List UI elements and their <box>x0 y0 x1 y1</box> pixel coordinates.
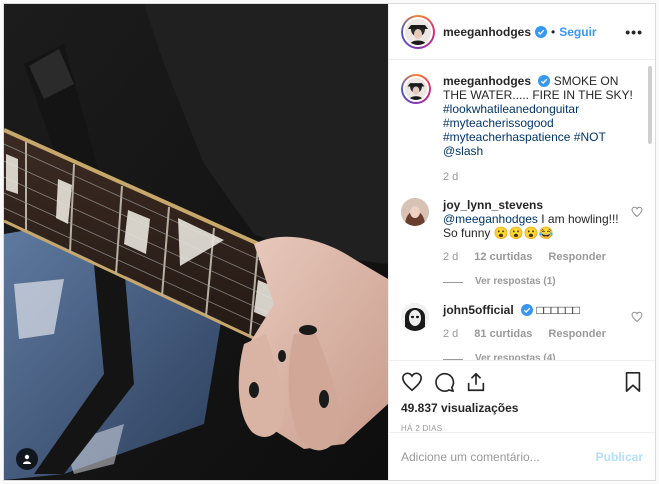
heart-icon[interactable] <box>401 371 423 393</box>
hashtag[interactable]: #lookwhatileanedonguitar <box>443 102 579 116</box>
replies-divider <box>443 358 463 360</box>
comment-time[interactable]: 2 d <box>443 327 458 341</box>
comment-text: □□□□□□ <box>536 303 580 317</box>
comment-input[interactable] <box>401 449 596 464</box>
comment-username[interactable]: john5official <box>443 303 514 317</box>
publish-button[interactable]: Publicar <box>596 450 643 464</box>
reply-button[interactable]: Responder <box>548 250 605 264</box>
user-tag-icon[interactable] <box>16 448 38 470</box>
reply-button[interactable]: Responder <box>548 327 605 341</box>
comments-list[interactable]: meeganhodges SMOKE ON THE WATER..... FIR… <box>389 60 655 360</box>
comment-like-heart-icon[interactable] <box>631 311 643 323</box>
comment-avatar[interactable] <box>401 303 429 331</box>
post-photo[interactable] <box>4 4 388 480</box>
comment-time[interactable]: 2 d <box>443 250 458 264</box>
post-card: meeganhodges • Seguir ••• meeganhodges S… <box>3 3 656 481</box>
follow-button[interactable]: Seguir <box>559 25 596 39</box>
story-ring[interactable] <box>401 14 435 49</box>
mention[interactable]: @meeganhodges <box>443 212 538 226</box>
comment-item: joy_lynn_stevens @meeganhodges I am howl… <box>401 198 643 289</box>
replies-divider <box>443 281 463 283</box>
comment-like-heart-icon[interactable] <box>631 206 643 218</box>
comment-username[interactable]: joy_lynn_stevens <box>443 198 543 212</box>
verified-icon <box>521 304 534 316</box>
caption-avatar[interactable] <box>403 76 429 102</box>
comment-likes[interactable]: 81 curtidas <box>474 327 532 341</box>
comment-meta: 2 d 12 curtidas Responder <box>443 250 625 264</box>
avatar[interactable] <box>403 16 433 47</box>
caption-username[interactable]: meeganhodges <box>443 74 531 88</box>
post-header: meeganhodges • Seguir ••• <box>389 4 655 60</box>
add-comment-bar: Publicar <box>389 432 655 480</box>
view-replies-label: Ver respostas (4) <box>475 353 556 360</box>
separator-dot: • <box>551 24 556 39</box>
more-icon[interactable]: ••• <box>625 24 643 40</box>
verified-icon <box>538 75 551 87</box>
guitar-photo-illustration <box>4 4 388 480</box>
header-username[interactable]: meeganhodges <box>443 25 531 39</box>
comment-meta: 2 d 81 curtidas Responder <box>443 327 625 341</box>
action-icons <box>401 369 643 395</box>
bookmark-icon[interactable] <box>623 371 643 393</box>
hashtag[interactable]: #myteacherhaspatience <box>443 130 570 144</box>
hashtag[interactable]: #NOT <box>574 130 606 144</box>
hashtag[interactable]: #myteacherissogood <box>443 116 554 130</box>
caption-story-ring[interactable] <box>401 74 431 104</box>
caption: meeganhodges SMOKE ON THE WATER..... FIR… <box>401 74 643 184</box>
comment-likes[interactable]: 12 curtidas <box>474 250 532 264</box>
view-count[interactable]: 49.837 visualizações <box>401 401 643 415</box>
view-replies-label: Ver respostas (1) <box>475 276 556 287</box>
view-replies-button[interactable]: Ver respostas (4) <box>443 352 625 360</box>
verified-icon <box>535 25 548 38</box>
comment-icon[interactable] <box>433 371 455 393</box>
post-side-panel: meeganhodges • Seguir ••• meeganhodges S… <box>388 4 655 480</box>
comment-item: john5official □□□□□□ 2 d 81 curtidas Res… <box>401 303 643 360</box>
share-icon[interactable] <box>465 371 487 393</box>
post-actions: 49.837 visualizações HÁ 2 DIAS <box>389 360 655 433</box>
mention[interactable]: @slash <box>443 144 483 158</box>
view-replies-button[interactable]: Ver respostas (1) <box>443 275 625 289</box>
comment-avatar[interactable] <box>401 198 429 226</box>
caption-meta: 2 d <box>443 170 643 184</box>
caption-time[interactable]: 2 d <box>443 170 458 184</box>
